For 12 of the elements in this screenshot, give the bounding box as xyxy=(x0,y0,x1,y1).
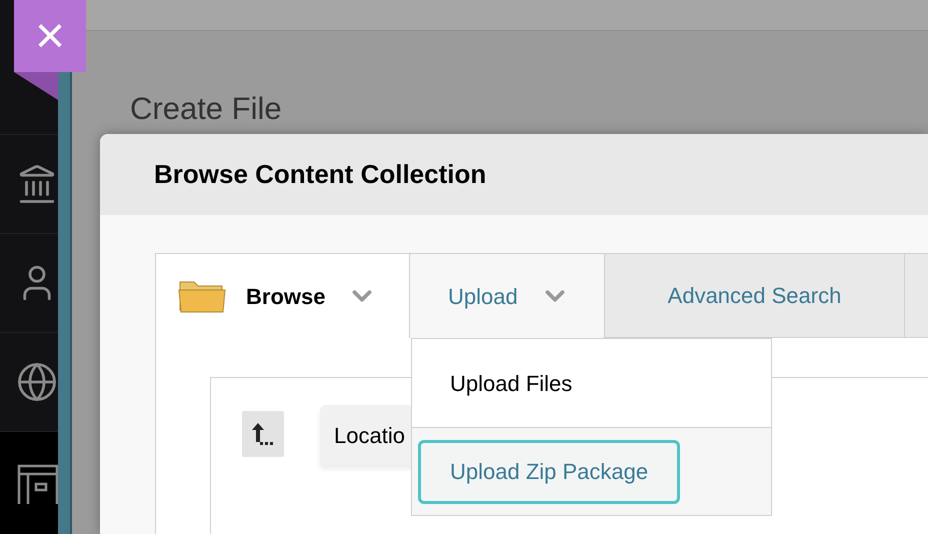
advanced-search-tab[interactable]: Advanced Search xyxy=(604,254,904,338)
close-button[interactable]: × xyxy=(14,0,86,72)
dialog-title: Browse Content Collection xyxy=(154,158,486,191)
up-arrow-icon xyxy=(252,422,274,446)
upload-tab[interactable]: Upload xyxy=(409,254,604,338)
menu-item[interactable]: Upload Zip Package xyxy=(418,440,680,504)
sidebar-item[interactable] xyxy=(0,431,58,534)
page-title: Create File xyxy=(129,90,283,128)
window-icon xyxy=(16,462,58,504)
globe-icon xyxy=(16,361,58,403)
ribbon-fold xyxy=(14,72,58,100)
up-folder-button[interactable] xyxy=(242,411,284,457)
